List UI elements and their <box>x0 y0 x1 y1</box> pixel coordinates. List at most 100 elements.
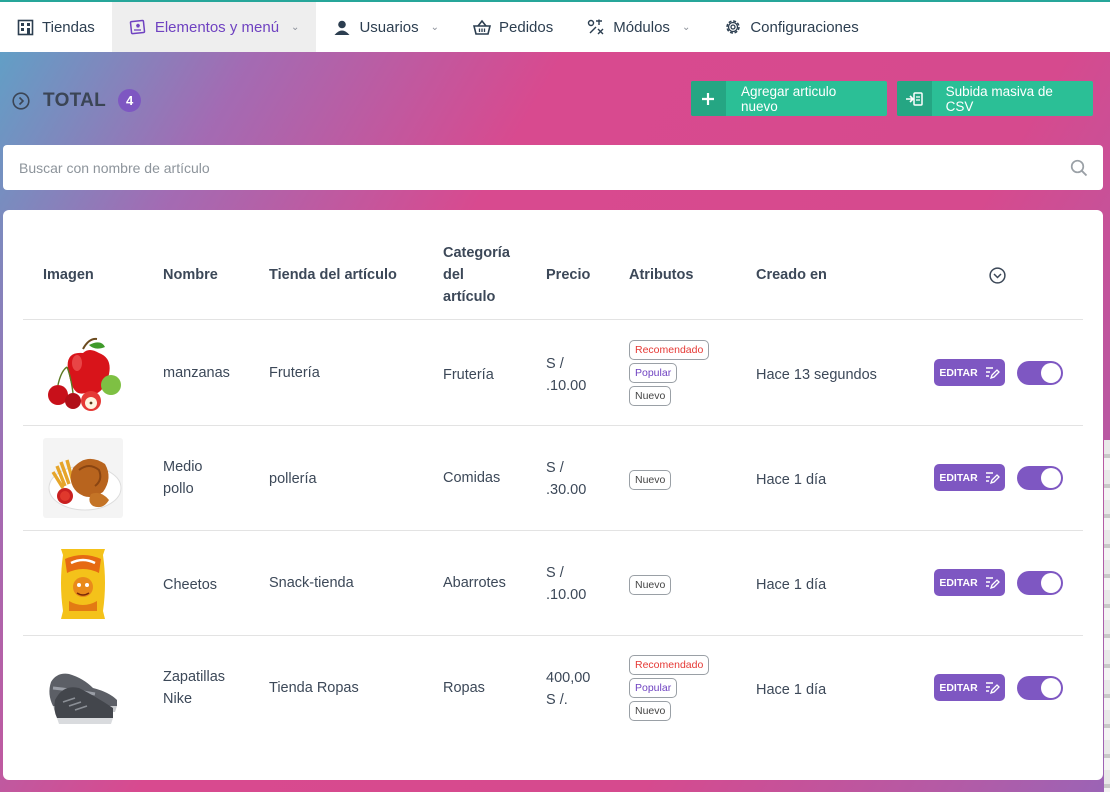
search-input[interactable] <box>3 159 1055 176</box>
nav-item-tiendas[interactable]: Tiendas <box>0 2 112 52</box>
modules-icon <box>588 19 604 34</box>
sneaker-image <box>43 648 123 728</box>
header-name: Nombre <box>163 267 218 283</box>
nav-item-label: Módulos <box>613 18 670 36</box>
item-category: Abarrotes <box>443 575 506 591</box>
header-store: Tienda del artículo <box>269 267 397 283</box>
total-summary: TOTAL 4 <box>12 89 142 112</box>
table-header: Imagen Nombre Tienda del artículo Catego… <box>23 210 1083 320</box>
item-name: Medio pollo <box>163 459 203 497</box>
item-price: S / .10.00 <box>546 565 587 603</box>
chevron-down-icon: ⌄ <box>681 21 691 33</box>
item-price: 400,00 S /. <box>546 670 591 708</box>
edit-button[interactable]: EDITAR <box>934 464 1005 491</box>
header-category: Categoría del artículo <box>443 245 510 305</box>
background-decoration <box>1104 440 1110 792</box>
snack-bag-image <box>43 543 123 623</box>
edit-label: EDITAR <box>939 471 978 484</box>
header-attributes: Atributos <box>629 267 694 283</box>
item-price: S / .30.00 <box>546 460 587 498</box>
apple-image <box>43 333 123 413</box>
total-label: TOTAL <box>43 89 107 111</box>
total-count-badge: 4 <box>118 89 142 112</box>
toggle-knob <box>1041 678 1061 698</box>
edit-icon <box>985 471 1000 484</box>
table-row: Zapatillas Nike Tienda Ropas Ropas 400,0… <box>23 636 1083 741</box>
item-attributes: Nuevo <box>629 470 672 490</box>
nav-item-label: Pedidos <box>499 18 554 36</box>
edit-button[interactable]: EDITAR <box>934 674 1005 701</box>
nav-item-label: Elementos y menú <box>154 18 280 36</box>
header-image: Imagen <box>43 267 94 283</box>
item-created: Hace 1 día <box>756 472 827 488</box>
plus-icon <box>691 81 726 116</box>
item-attributes: Recomendado Popular Nuevo <box>629 340 710 406</box>
items-table-card: Imagen Nombre Tienda del artículo Catego… <box>3 210 1103 780</box>
chicken-image <box>43 438 123 518</box>
table-row: Medio pollo pollería Comidas S / .30.00 … <box>23 426 1083 531</box>
nav-item-configuraciones[interactable]: Configuraciones <box>707 2 875 52</box>
tag-recommended: Recomendado <box>629 655 710 675</box>
table-row: manzanas Frutería Frutería S / .10.00 Re… <box>23 321 1083 426</box>
nav-item-modulos[interactable]: Módulos ⌄ <box>570 2 707 52</box>
enabled-toggle[interactable] <box>1017 571 1063 595</box>
tag-popular: Popular <box>629 363 678 383</box>
basket-icon <box>473 19 492 35</box>
item-price: S / .10.00 <box>546 356 587 394</box>
nav-item-label: Tiendas <box>42 18 95 36</box>
search-bar <box>3 145 1103 190</box>
table-row: Cheetos Snack-tienda Abarrotes S / .10.0… <box>23 531 1083 636</box>
enabled-toggle[interactable] <box>1017 676 1063 700</box>
item-attributes: Recomendado Popular Nuevo <box>629 655 710 721</box>
toggle-knob <box>1041 573 1061 593</box>
edit-label: EDITAR <box>939 576 978 589</box>
nav-item-pedidos[interactable]: Pedidos <box>456 2 570 52</box>
item-name: manzanas <box>163 365 230 381</box>
add-item-button[interactable]: Agregar articulo nuevo <box>691 81 887 116</box>
store-icon <box>17 19 34 35</box>
item-name: Cheetos <box>163 577 218 593</box>
add-item-label: Agregar articulo nuevo <box>740 83 837 114</box>
user-icon <box>334 20 350 35</box>
gear-icon <box>726 20 741 34</box>
nav-item-label: Usuarios <box>359 18 419 36</box>
tag-new: Nuevo <box>629 470 672 490</box>
item-store: Frutería <box>269 365 320 381</box>
item-attributes: Nuevo <box>629 575 672 595</box>
tag-new: Nuevo <box>629 575 672 595</box>
edit-label: EDITAR <box>939 681 978 694</box>
edit-label: EDITAR <box>939 366 978 379</box>
item-category: Ropas <box>443 680 485 696</box>
chevron-down-circle-icon[interactable] <box>989 267 1006 284</box>
tag-recommended: Recomendado <box>629 340 710 360</box>
tag-new: Nuevo <box>629 701 672 721</box>
toggle-knob <box>1041 468 1061 488</box>
top-nav: Tiendas Elementos y menú ⌄ Usuarios ⌄ Pe… <box>0 0 1110 52</box>
enabled-toggle[interactable] <box>1017 466 1063 490</box>
item-name: Zapatillas Nike <box>163 669 226 707</box>
edit-button[interactable]: EDITAR <box>934 569 1005 596</box>
search-icon[interactable] <box>1055 159 1103 177</box>
header-bar: TOTAL 4 Agregar articulo nuevo Subida ma… <box>0 52 1110 145</box>
header-created: Creado en <box>756 267 827 283</box>
item-category: Comidas <box>443 470 501 486</box>
tag-new: Nuevo <box>629 386 672 406</box>
header-price: Precio <box>546 267 591 283</box>
item-created: Hace 1 día <box>756 577 827 593</box>
nav-item-label: Configuraciones <box>750 18 859 36</box>
chevron-down-icon: ⌄ <box>291 21 300 33</box>
edit-icon <box>985 681 1000 694</box>
chevron-down-icon: ⌄ <box>430 21 440 33</box>
csv-upload-button[interactable]: Subida masiva de CSV <box>897 81 1093 116</box>
enabled-toggle[interactable] <box>1017 361 1063 385</box>
edit-icon <box>985 576 1000 589</box>
edit-button[interactable]: EDITAR <box>934 359 1005 386</box>
item-created: Hace 13 segundos <box>756 367 877 383</box>
csv-upload-label: Subida masiva de CSV <box>945 83 1053 114</box>
nav-item-elementos[interactable]: Elementos y menú ⌄ <box>111 2 317 52</box>
nav-item-usuarios[interactable]: Usuarios ⌄ <box>316 2 456 52</box>
chevron-right-circle-icon[interactable] <box>12 91 30 110</box>
upload-list-icon <box>897 81 932 116</box>
edit-icon <box>985 366 1000 379</box>
item-store: Snack-tienda <box>269 575 354 591</box>
